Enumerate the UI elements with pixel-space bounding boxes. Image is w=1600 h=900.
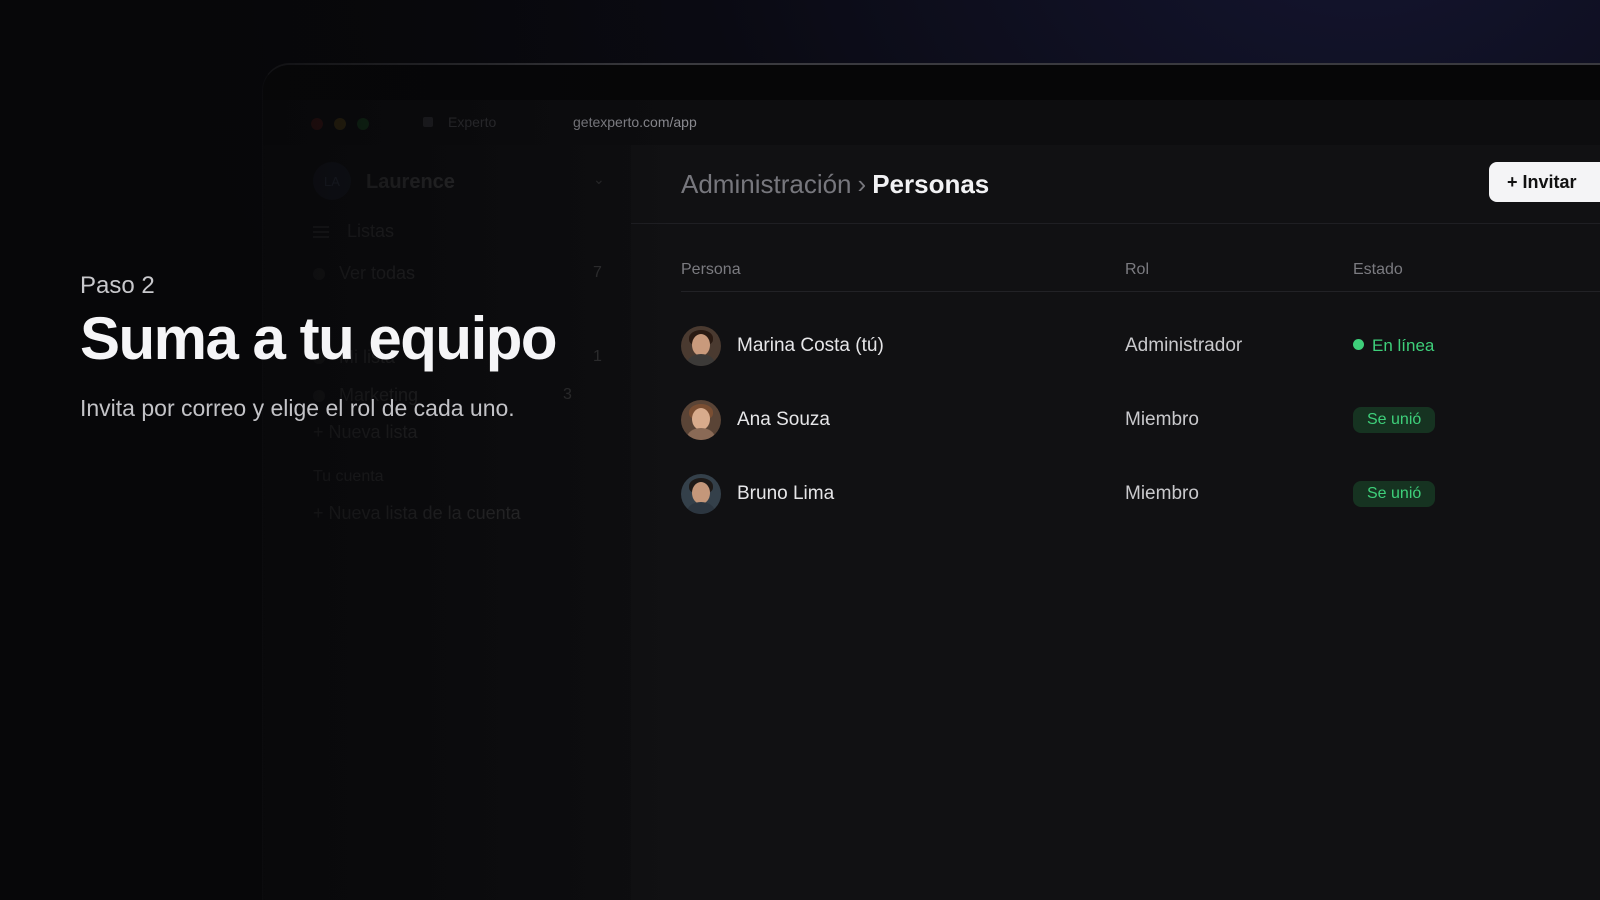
status-badge: Se unió [1353, 481, 1436, 507]
app-window: Experto getexperto.com/app LA Laurence ⌄… [262, 63, 1600, 900]
person-name: Marina Costa (tú) [737, 335, 884, 356]
main-panel: Administración › Personas + Invitar Person… [631, 145, 1600, 900]
person-name: Ana Souza [737, 409, 830, 430]
sidebar: LA Laurence ⌄ Listas Ver todas 7 Mi list… [293, 145, 632, 900]
maximize-window-button[interactable] [357, 118, 369, 130]
avatar [681, 326, 721, 366]
person-role[interactable]: Administrador [1125, 335, 1242, 357]
sidebar-item-count: 1 [593, 348, 602, 365]
page-header: Administración › Personas + Invitar [631, 145, 1600, 224]
promo-caption: Paso 2 Suma a tu equipo Invita por corre… [80, 272, 558, 422]
status-badge: Se unió [1353, 407, 1436, 433]
titlebar-strip [263, 65, 1600, 100]
table-row[interactable]: Marina Costa (tú) Administrador En línea [631, 316, 1600, 376]
browser-titlebar: Experto getexperto.com/app [263, 65, 1600, 145]
new-account-list-link[interactable]: + Nueva lista de la cuenta [313, 503, 521, 524]
promo-subline: Invita por correo y elige el rol de cada… [80, 395, 515, 421]
table-header-divider [681, 291, 1600, 292]
sidebar-item-listas[interactable]: Listas [313, 221, 394, 242]
stage: Experto getexperto.com/app LA Laurence ⌄… [0, 0, 1600, 900]
sidebar-item-label: Listas [347, 221, 395, 241]
breadcrumb-separator-icon: › [857, 169, 867, 199]
address-bar-url[interactable]: getexperto.com/app [573, 114, 697, 130]
person-name: Bruno Lima [737, 483, 835, 504]
breadcrumb: Administración › Personas [681, 169, 989, 200]
list-icon [313, 226, 329, 239]
page-title: Personas [872, 169, 990, 199]
breadcrumb-parent-link[interactable]: Administración [681, 169, 852, 199]
tab-favicon-icon [423, 117, 433, 127]
table-row[interactable]: Ana Souza Miembro Se unió [631, 390, 1600, 450]
close-window-button[interactable] [311, 118, 323, 130]
avatar [681, 474, 721, 514]
avatar [681, 400, 721, 440]
status-label: En línea [1372, 336, 1435, 355]
column-header-persona[interactable]: Persona [681, 261, 741, 279]
person-role[interactable]: Miembro [1125, 409, 1199, 431]
promo-headline: Suma a tu equipo [80, 305, 558, 372]
column-header-rol[interactable]: Rol [1125, 261, 1149, 279]
user-avatar[interactable]: LA [313, 162, 351, 200]
status-badge: En línea [1353, 336, 1434, 356]
new-list-link[interactable]: + Nueva lista [313, 422, 418, 443]
person-role[interactable]: Miembro [1125, 483, 1199, 505]
minimize-window-button[interactable] [334, 118, 346, 130]
step-label: Paso 2 [80, 272, 155, 299]
sidebar-item-count: 3 [563, 386, 572, 403]
table-row[interactable]: Bruno Lima Miembro Se unió [631, 464, 1600, 524]
sidebar-item-count: 7 [593, 264, 602, 281]
online-dot-icon [1353, 339, 1364, 350]
browser-tab-title[interactable]: Experto [448, 114, 496, 130]
chevron-down-icon[interactable]: ⌄ [593, 171, 605, 188]
workspace-user-name[interactable]: Laurence [366, 171, 455, 194]
column-header-estado[interactable]: Estado [1353, 261, 1403, 279]
invite-button[interactable]: + Invitar [1489, 162, 1600, 202]
sidebar-section-account: Tu cuenta [313, 468, 384, 485]
